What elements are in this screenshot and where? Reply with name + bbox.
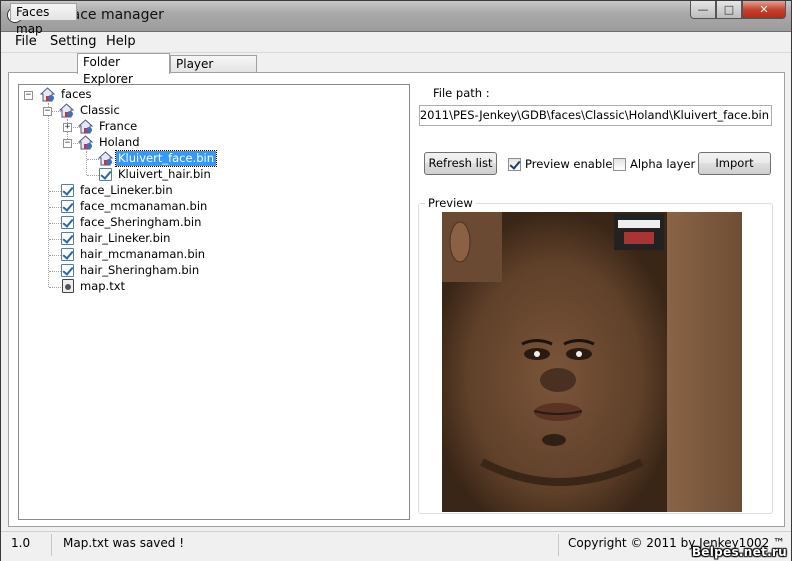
preview-enable-checkbox[interactable]: Preview enable bbox=[508, 157, 612, 171]
tree-line bbox=[49, 223, 61, 224]
folder-house-icon bbox=[78, 135, 93, 150]
tree-node-hair-lineker[interactable]: hair_Lineker.bin bbox=[78, 231, 172, 246]
menu-setting-label: Setting bbox=[50, 34, 97, 49]
status-bar: 1.0 Map.txt was saved ! Copyright © 2011… bbox=[1, 531, 791, 561]
tree-node-face-mcmanaman[interactable]: face_mcmanaman.bin bbox=[78, 199, 209, 214]
status-message: Map.txt was saved ! bbox=[63, 536, 185, 550]
maximize-button[interactable]: □ bbox=[716, 1, 742, 19]
tree-line bbox=[48, 103, 49, 287]
menu-setting[interactable]: Setting bbox=[50, 34, 97, 49]
preview-legend: Preview bbox=[425, 196, 476, 210]
face-texture-image bbox=[442, 212, 742, 512]
tree-node-hair-mcmanaman[interactable]: hair_mcmanaman.bin bbox=[78, 247, 207, 262]
tree-node-holand[interactable]: Holand bbox=[97, 135, 142, 150]
folder-house-icon bbox=[59, 103, 74, 118]
alpha-layer-label: Alpha layer bbox=[630, 157, 696, 171]
collapse-toggle[interactable]: − bbox=[63, 139, 72, 148]
checked-file-icon bbox=[61, 248, 74, 261]
collapse-toggle[interactable]: − bbox=[43, 107, 52, 116]
refresh-list-button[interactable]: Refresh list bbox=[424, 152, 497, 175]
file-path-label: File path : bbox=[433, 86, 490, 100]
status-divider bbox=[51, 534, 52, 556]
tree-line bbox=[49, 191, 61, 192]
expand-toggle[interactable]: + bbox=[63, 123, 72, 132]
checked-file-icon bbox=[61, 264, 74, 277]
menu-help[interactable]: Help bbox=[106, 34, 136, 49]
tab-player-manager[interactable]: Player manager bbox=[170, 55, 257, 88]
status-divider bbox=[558, 534, 559, 556]
tree-node-faces[interactable]: faces bbox=[59, 87, 94, 102]
checked-file-icon bbox=[61, 200, 74, 213]
watermark-text: Belpes.net.ru bbox=[691, 545, 787, 559]
tree-line bbox=[86, 151, 87, 175]
tree-node-face-sheringham[interactable]: face_Sheringham.bin bbox=[78, 215, 203, 230]
checked-file-icon bbox=[61, 216, 74, 229]
tree-node-map-txt[interactable]: map.txt bbox=[78, 279, 127, 294]
tree-line bbox=[49, 239, 61, 240]
menu-help-label: Help bbox=[106, 34, 136, 49]
tree-node-face-lineker[interactable]: face_Lineker.bin bbox=[78, 183, 175, 198]
checked-file-icon bbox=[99, 168, 112, 181]
preview-enable-label: Preview enable bbox=[525, 157, 613, 171]
tree-node-france[interactable]: France bbox=[97, 119, 139, 134]
folder-house-icon bbox=[78, 119, 93, 134]
face-texture-preview bbox=[442, 212, 742, 512]
import-button[interactable]: Import bbox=[698, 152, 771, 175]
folder-tree[interactable]: − faces − Classic + France − Holand Klui… bbox=[18, 84, 410, 520]
minimize-button[interactable]: — bbox=[690, 1, 716, 19]
tree-node-kluivert-face[interactable]: Kluivert_face.bin bbox=[114, 150, 218, 167]
tree-node-hair-sheringham[interactable]: hair_Sheringham.bin bbox=[78, 263, 201, 278]
file-path-input[interactable]: y Patch 2011\PES-Jenkey\GDB\faces\Classi… bbox=[419, 105, 772, 126]
collapse-toggle[interactable]: − bbox=[24, 91, 33, 100]
tree-node-kluivert-hair[interactable]: Kluivert_hair.bin bbox=[116, 167, 213, 182]
tab-folder-explorer[interactable]: Folder Explorer bbox=[77, 53, 170, 86]
tree-line bbox=[49, 255, 61, 256]
tab-faces-map[interactable]: Faces map bbox=[10, 3, 77, 36]
checked-file-icon bbox=[61, 232, 74, 245]
folder-house-icon bbox=[40, 87, 55, 102]
title-bar[interactable]: GDB face manager — □ ✕ bbox=[1, 1, 791, 32]
tree-line bbox=[49, 287, 61, 288]
alpha-layer-checkbox[interactable]: Alpha layer bbox=[613, 157, 695, 171]
version-label: 1.0 bbox=[11, 536, 31, 550]
tree-line bbox=[49, 271, 61, 272]
text-file-icon bbox=[62, 279, 74, 293]
tree-line bbox=[87, 175, 99, 176]
checked-file-icon bbox=[61, 184, 74, 197]
window-controls: — □ ✕ bbox=[690, 1, 786, 21]
app-window: GDB face manager — □ ✕ File Setting Help… bbox=[0, 0, 792, 561]
tab-folder-explorer-label: Folder Explorer bbox=[83, 55, 133, 86]
menu-bar: File Setting Help bbox=[1, 32, 791, 53]
checkbox-checked[interactable] bbox=[508, 157, 521, 171]
tree-line bbox=[49, 207, 61, 208]
face-file-icon bbox=[98, 151, 113, 166]
file-path-value: y Patch 2011\PES-Jenkey\GDB\faces\Classi… bbox=[419, 108, 769, 122]
tree-node-classic[interactable]: Classic bbox=[78, 103, 122, 118]
checkbox-unchecked[interactable] bbox=[613, 157, 626, 171]
close-button[interactable]: ✕ bbox=[742, 1, 786, 19]
